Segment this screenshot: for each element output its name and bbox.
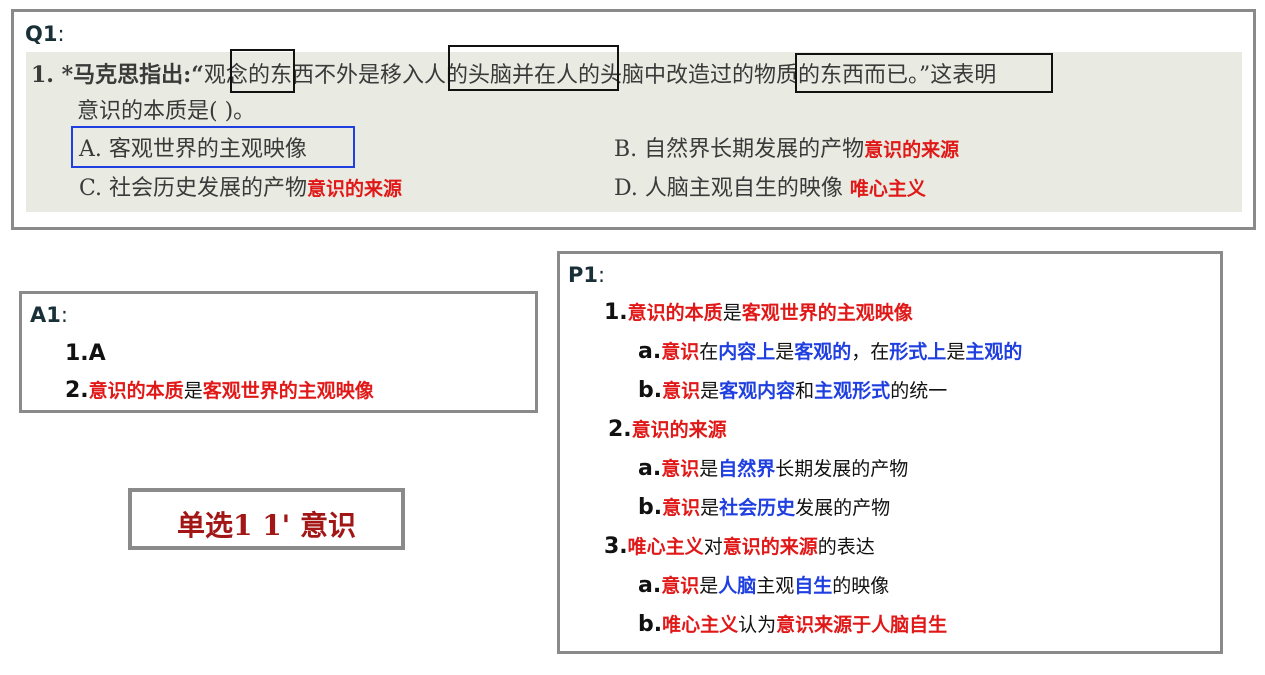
option-b: B. 自然界长期发展的产物意识的来源 [614,137,960,162]
point-line-2b: b.意识是社会历史发展的产物 [638,495,891,520]
point-line-3a: a.意识是人脑主观自生的映像 [638,573,890,598]
answer-panel: A1: 1.A 2.意识的本质是客观世界的主观映像 [19,291,538,413]
point-line-3b: b.唯心主义认为意识来源于人脑自生 [638,612,948,637]
point-line-3: 3.唯心主义对意识的来源的表达 [604,534,875,559]
option-c-note: 意识的来源 [307,178,403,200]
highlight-frame-guannian [230,49,295,93]
question-label: Q1: [25,22,65,46]
option-b-note: 意识的来源 [864,139,960,161]
correct-answer-frame [71,126,355,168]
point-label: P1: [568,263,606,287]
answer-item-2: 2.意识的本质是客观世界的主观映像 [65,378,374,403]
question-stem-line2: 意识的本质是( )。 [77,99,256,124]
point-line-1b: b.意识是客观内容和主观形式的统一 [638,378,948,403]
highlight-frame-gaizao [795,53,1053,93]
point-line-1: 1.意识的本质是客观世界的主观映像 [604,300,913,325]
option-d-note: 唯心主义 [849,178,926,200]
point-line-2a: a.意识是自然界长期发展的产物 [638,456,909,481]
answer-label: A1: [30,303,68,327]
point-line-1a: a.意识在内容上是客观的，在形式上是主观的 [638,339,1023,364]
point-panel: P1: 1.意识的本质是客观世界的主观映像 a.意识在内容上是客观的，在形式上是… [557,251,1223,654]
option-d: D. 人脑主观自生的映像 唯心主义 [614,176,926,201]
option-c: C. 社会历史发展的产物意识的来源 [79,176,403,201]
answer-item-1: 1.A [65,341,106,366]
highlight-frame-yiru [448,45,619,91]
question-tag-text: 单选1 1' 意识 [176,509,357,542]
point-line-2: 2.意识的来源 [608,417,727,442]
question-panel: Q1: 1. *马克思指出:“观念的东西不外是移入人的头脑并在人的头脑中改造过的… [11,9,1256,230]
question-tag: 单选1 1' 意识 [128,488,405,550]
